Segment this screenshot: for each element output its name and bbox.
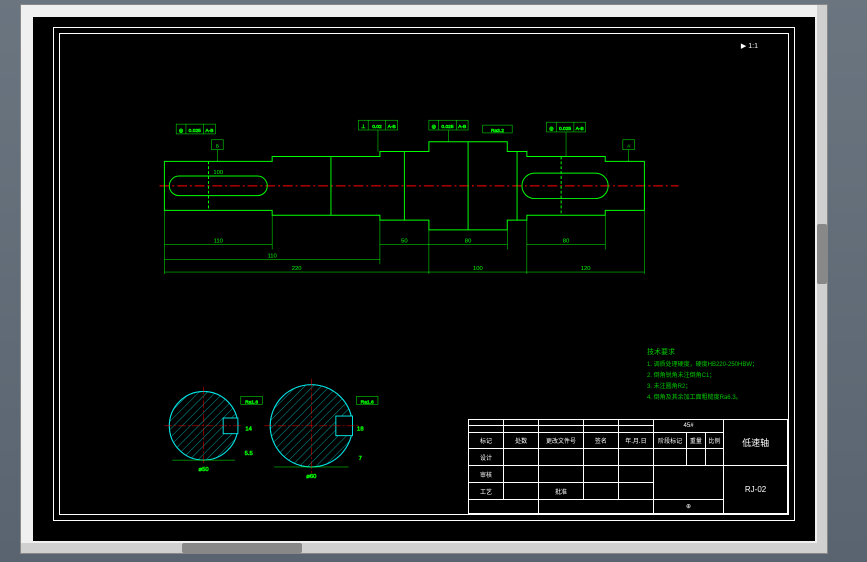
hdr-sign: 签名 [583,432,618,449]
row-proc: 工艺 [469,483,504,500]
dim-seg-3: 50 [401,239,408,245]
dim-seg-2s: 110 [267,253,277,259]
svg-text:A-B: A-B [205,128,213,134]
row-appr: 批准 [539,483,584,500]
svg-text:◎: ◎ [432,124,437,130]
title-block: 45# 低速轴 标记 处数 更改文件号 签名 年.月.日 阶段标记 重量 [468,419,788,514]
sec-r-dia: ⌀60 [306,474,317,480]
hdr-weight: 重量 [687,432,705,449]
dim-span-2: 100 [473,266,484,272]
svg-text:B: B [216,144,219,150]
svg-text:◎: ◎ [179,128,184,134]
svg-text:Ra3.2: Ra3.2 [491,128,504,134]
cad-viewer-panel: 110 50 80 80 110 220 100 120 100 B [20,4,828,554]
dim-seg-1: 110 [214,239,224,245]
geo-tol-2: ⊥ 0.02 A-B [358,120,397,151]
hdr-qty: 处数 [504,432,539,449]
tech-note-4: 4. 倒角及其余加工面粗糙度Ra6.3。 [647,393,758,404]
tech-note-1: 1. 调质处理硬度，硬度HB220-250HBW； [647,360,758,371]
svg-text:0.025: 0.025 [441,124,453,130]
svg-text:0.025: 0.025 [559,126,571,132]
arrow-icon: ▶ [741,43,746,50]
vertical-scrollbar[interactable] [817,5,827,553]
svg-text:◎: ◎ [549,126,554,132]
dim-seg-6: 80 [563,239,570,245]
svg-text:0.02: 0.02 [372,124,382,130]
svg-text:0.025: 0.025 [189,128,201,134]
hdr-scale: 比例 [705,432,723,449]
svg-text:A: A [627,144,631,150]
sec-r-kw: 18 [357,427,364,433]
geo-tol-1: ◎ 0.025 A-B [176,124,215,134]
svg-text:Ra1.6: Ra1.6 [245,399,258,405]
geo-tol-surf: Ra3.2 [483,125,512,134]
svg-text:A-B: A-B [388,124,396,130]
row-check: 审核 [469,466,504,483]
geo-tol-3: ◎ 0.025 A-B [429,120,468,142]
hdr-stage: 阶段标记 [653,432,686,449]
tech-note-3: 3. 未注圆角R2； [647,382,758,393]
technical-notes: 技术要求 1. 调质处理硬度，硬度HB220-250HBW； 2. 倒角锐角未注… [647,347,758,404]
drawing-sheet: 110 50 80 80 110 220 100 120 100 B [33,17,815,541]
hdr-doc: 更改文件号 [539,432,584,449]
datum-a: A [623,140,635,162]
svg-text:⊥: ⊥ [361,124,365,130]
sec-l-dia: ⌀50 [199,467,210,473]
main-shaft-view [160,142,679,230]
tech-notes-title: 技术要求 [647,347,758,358]
sec-l-kd: 5.5 [245,451,254,457]
geo-tol-4: ◎ 0.025 A-B [546,122,585,156]
dim-kw-left: 100 [213,170,224,176]
section-right [264,379,358,473]
drawing-border-inner: 110 50 80 80 110 220 100 120 100 B [59,33,789,515]
sec-r-kd: 7 [359,456,362,462]
scroll-thumb-h[interactable] [182,543,302,553]
horizontal-scrollbar[interactable] [21,543,827,553]
svg-text:A-B: A-B [458,124,466,130]
svg-text:A-B: A-B [576,126,584,132]
row-design: 设计 [469,449,504,466]
datum-b: B [211,140,223,162]
dim-seg-4: 80 [465,239,472,245]
sec-l-kw: 14 [245,427,252,433]
scale-reference: ▶ 1:1 [741,42,758,50]
hdr-mark: 标记 [469,432,504,449]
tech-note-2: 2. 倒角锐角未注倒角C1； [647,371,758,382]
drawing-border-outer: 110 50 80 80 110 220 100 120 100 B [53,27,795,521]
hdr-date: 年.月.日 [618,432,653,449]
view-cube-icon: ⊕ [653,499,723,513]
dim-span-3: 120 [581,266,592,272]
part-name-cell: 低速轴 [724,420,788,466]
material-cell: 45# [653,420,723,433]
scroll-thumb-v[interactable] [817,224,827,284]
svg-text:Ra1.6: Ra1.6 [361,399,374,405]
dim-span-1: 220 [292,266,303,272]
section-left [164,387,242,465]
drawing-no-cell: RJ-02 [724,466,788,514]
